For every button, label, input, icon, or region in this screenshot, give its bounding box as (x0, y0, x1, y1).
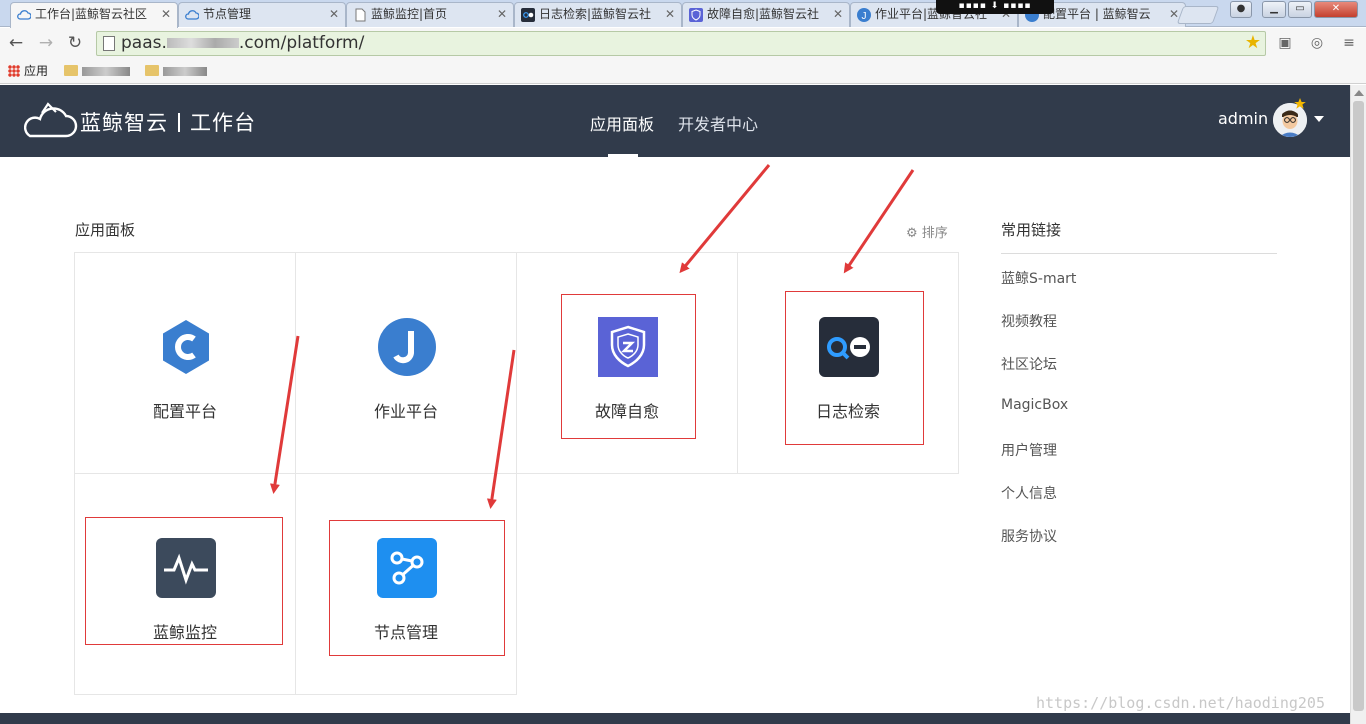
url-redacted (166, 38, 239, 48)
bookmark-redacted (82, 67, 130, 76)
links-title: 常用链接 (1001, 221, 1062, 239)
minimize-button[interactable]: ▁ (1262, 1, 1286, 18)
browser-tab-fault-heal[interactable]: 故障自愈|蓝鲸智云社 ✕ (682, 2, 850, 27)
folder-icon (64, 65, 78, 76)
link-video-tutorial[interactable]: 视频教程 (1001, 311, 1057, 331)
log-search-favicon-icon (521, 8, 535, 22)
brand-title[interactable]: 蓝鲸智云 工作台 (80, 107, 256, 137)
app-tile-config-platform[interactable]: 配置平台 (74, 252, 296, 474)
page-header: 蓝鲸智云 工作台 应用面板 开发者中心 admin (0, 85, 1350, 157)
annotation-box-log-search (785, 291, 924, 445)
link-community-forum[interactable]: 社区论坛 (1001, 354, 1057, 374)
page-footer (0, 713, 1350, 724)
tab-close-icon[interactable]: ✕ (665, 3, 675, 25)
bookmarks-bar: 应用 (0, 59, 1366, 84)
brand-section: 工作台 (190, 111, 256, 135)
tab-title: 日志检索|蓝鲸智云社 (539, 7, 652, 21)
link-magicbox[interactable]: MagicBox (1001, 397, 1068, 413)
bookmark-apps-label: 应用 (24, 64, 49, 78)
url-suffix: .com/platform/ (238, 33, 365, 53)
reload-icon[interactable]: ↻ (65, 33, 85, 53)
job-favicon-icon: J (857, 8, 871, 22)
bookmark-folder-1[interactable] (64, 63, 130, 80)
fault-heal-favicon-icon (689, 8, 703, 22)
annotation-box-monitor (85, 517, 283, 645)
screen-capture-overlay-bar[interactable]: ▪▪▪▪ ⬇ ▪▪▪▪ (936, 0, 1054, 14)
browser-tab-monitor[interactable]: 蓝鲸监控|首页 ✕ (346, 2, 514, 27)
user-profile-button[interactable]: ● (1230, 1, 1252, 18)
tab-title: 工作台|蓝鲸智云社区 (35, 7, 148, 21)
tab-close-icon[interactable]: ✕ (497, 3, 507, 25)
browser-tab-log-search[interactable]: 日志检索|蓝鲸智云社 ✕ (514, 2, 682, 27)
tab-close-icon[interactable]: ✕ (833, 3, 843, 25)
link-personal-info[interactable]: 个人信息 (1001, 483, 1057, 503)
bookmark-star-icon[interactable]: ★ (1245, 32, 1261, 54)
cloud-favicon-icon (17, 10, 31, 20)
scroll-up-icon[interactable] (1354, 90, 1364, 96)
link-user-manage[interactable]: 用户管理 (1001, 440, 1057, 460)
brand-name: 蓝鲸智云 (80, 111, 168, 135)
page-icon (103, 36, 115, 51)
sort-button[interactable]: ⚙ 排序 (906, 222, 948, 241)
nav-app-panel[interactable]: 应用面板 (590, 111, 654, 157)
forward-arrow-icon[interactable]: → (36, 33, 56, 53)
app-label: 配置平台 (152, 402, 217, 421)
tab-close-icon[interactable]: ✕ (329, 3, 339, 25)
scroll-thumb[interactable] (1353, 101, 1364, 711)
tab-title: 故障自愈|蓝鲸智云社 (707, 7, 820, 21)
gear-icon: ⚙ (906, 226, 918, 241)
image-extension-icon[interactable]: ▣ (1276, 34, 1294, 52)
browser-tab-workbench[interactable]: 工作台|蓝鲸智云社区 ✕ (10, 2, 178, 28)
extension-circle-icon[interactable]: ◎ (1308, 34, 1326, 52)
tab-title: 配置平台 | 蓝鲸智云 (1043, 7, 1151, 21)
browser-tab-node-manage[interactable]: 节点管理 ✕ (178, 2, 346, 27)
tab-close-icon[interactable]: ✕ (161, 3, 171, 25)
config-platform-icon (163, 320, 209, 374)
watermark: https://blog.csdn.net/haoding205 (1036, 694, 1325, 712)
sort-label: 排序 (921, 226, 948, 241)
nav-developer-center[interactable]: 开发者中心 (678, 111, 758, 135)
menu-icon[interactable]: ≡ (1340, 34, 1358, 52)
page-scrollbar[interactable] (1350, 85, 1366, 724)
maximize-button[interactable]: ▭ (1288, 1, 1312, 18)
url-prefix: paas. (121, 33, 167, 53)
app-tile-job-platform[interactable]: 作业平台 (295, 252, 517, 474)
links-divider (1001, 253, 1277, 254)
user-dropdown-caret-icon[interactable] (1314, 116, 1324, 122)
crown-star-icon (1294, 98, 1306, 109)
cloud-favicon-icon (185, 10, 199, 20)
bookmark-redacted (163, 67, 207, 76)
browser-toolbar: ← → ↻ paas. .com/platform/ ★ ▣ ◎ ≡ (0, 28, 1366, 59)
tab-title: 节点管理 (203, 7, 252, 21)
link-smart[interactable]: 蓝鲸S-mart (1001, 268, 1076, 288)
annotation-box-node-manage (329, 520, 505, 656)
apps-grid-icon (8, 65, 20, 77)
brand-divider (178, 113, 180, 132)
annotation-box-fault-heal (561, 294, 696, 439)
svg-text:J: J (862, 11, 867, 22)
address-bar[interactable]: paas. .com/platform/ ★ (96, 31, 1266, 56)
back-arrow-icon[interactable]: ← (6, 33, 26, 53)
bookmark-apps[interactable]: 应用 (8, 63, 48, 80)
browser-tab-bar: 工作台|蓝鲸智云社区 ✕ 节点管理 ✕ 蓝鲸监控|首页 ✕ 日志检索|蓝鲸智云社… (0, 0, 1366, 28)
new-tab-button[interactable] (1176, 6, 1220, 24)
window-close-button[interactable]: ✕ (1314, 1, 1358, 18)
page-favicon-icon (355, 8, 366, 22)
app-label: 作业平台 (373, 402, 438, 421)
tab-title: 蓝鲸监控|首页 (371, 7, 448, 21)
folder-icon (145, 65, 159, 76)
job-platform-icon (378, 318, 436, 376)
bookmark-folder-2[interactable] (145, 63, 207, 80)
panel-title: 应用面板 (75, 221, 136, 239)
username[interactable]: admin (1218, 109, 1268, 128)
link-service-agreement[interactable]: 服务协议 (1001, 526, 1057, 546)
